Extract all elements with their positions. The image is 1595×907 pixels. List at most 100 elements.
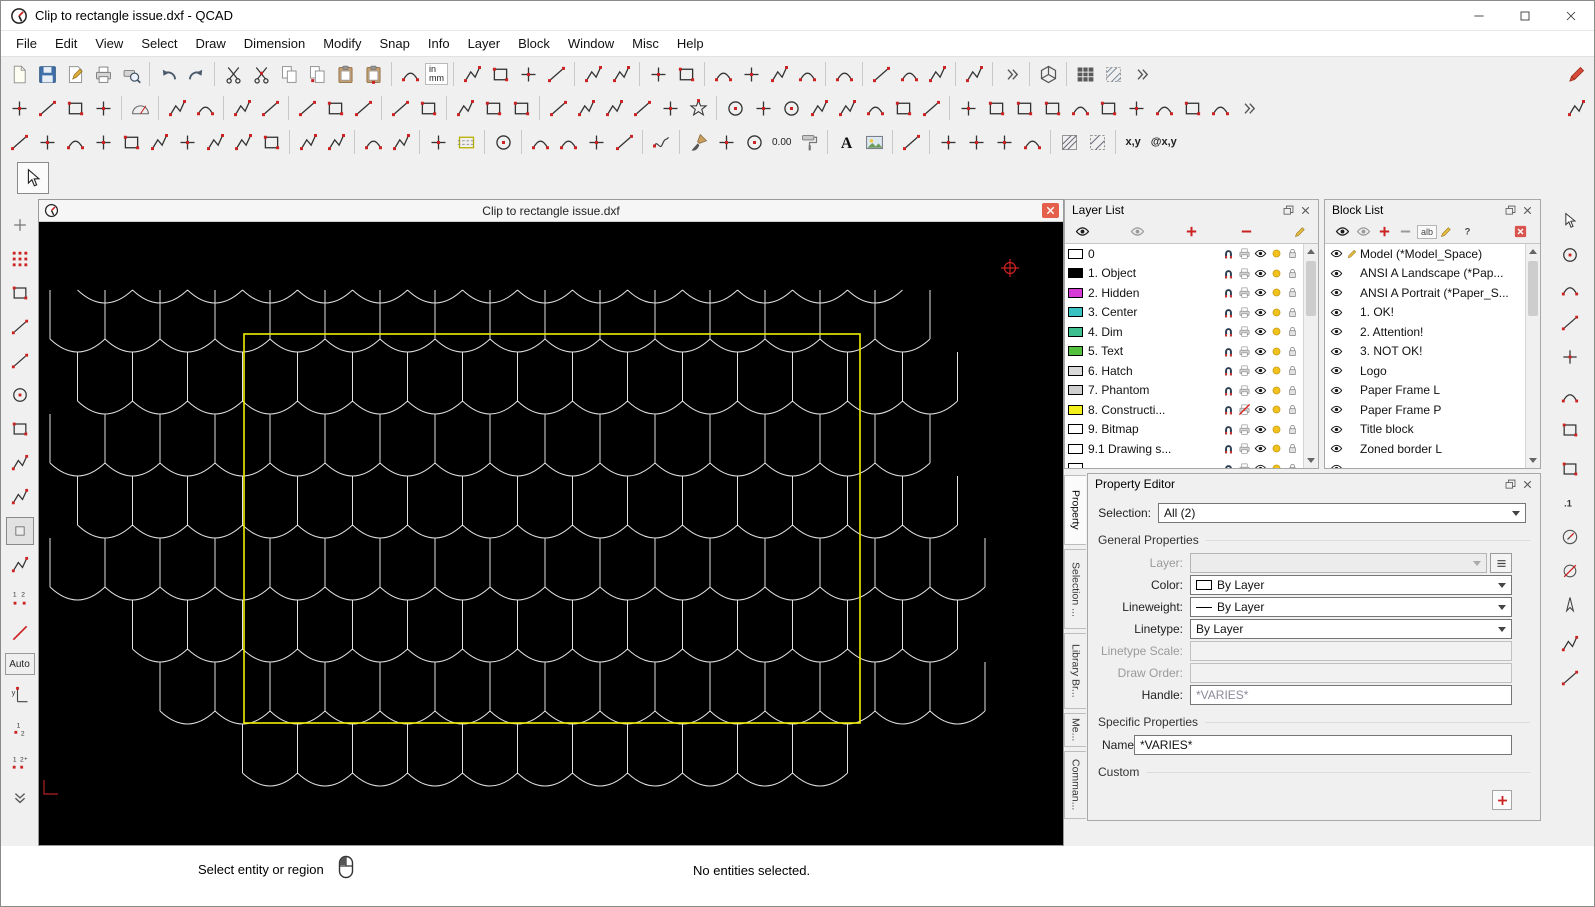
compass-tool-button[interactable] [1556, 523, 1584, 551]
hatch-style-button[interactable] [1556, 664, 1584, 692]
selection-combo[interactable]: All (2) [1158, 503, 1526, 523]
mirror-extra-one-button[interactable] [934, 128, 962, 156]
printer-icon[interactable] [1236, 324, 1252, 340]
block-visible-eye-icon[interactable] [1328, 324, 1344, 340]
block-row[interactable]: Model (*Model_Space) [1325, 244, 1525, 264]
printer-icon[interactable] [1236, 343, 1252, 359]
text-tool-button[interactable]: A [832, 128, 860, 156]
layer-row[interactable]: 4. Dim [1065, 322, 1303, 342]
rectangle-two-points-button[interactable] [451, 94, 479, 122]
layer-row[interactable]: 2. Hidden [1065, 283, 1303, 303]
snap-lock-icon[interactable] [1220, 246, 1236, 262]
dock-tab-me[interactable]: Me... [1064, 713, 1086, 747]
clip-to-rectangle-button[interactable] [452, 128, 480, 156]
drawing-preferences-button[interactable] [61, 60, 89, 88]
polyline-delete-segment-button[interactable] [579, 60, 607, 88]
snap-lock-icon[interactable] [1220, 324, 1236, 340]
cross-lines-button[interactable] [386, 94, 414, 122]
layer-visible-eye-icon[interactable] [1252, 382, 1268, 398]
scrollbar-thumb[interactable] [1528, 261, 1538, 316]
freehand-line-button[interactable] [647, 128, 675, 156]
flip-horizontal-button[interactable] [201, 128, 229, 156]
remove-block-icon[interactable] [1396, 222, 1415, 241]
snap-on-entity-button[interactable] [6, 313, 34, 341]
scrollbar-track[interactable] [1526, 259, 1540, 453]
block-visible-eye-icon[interactable] [1328, 460, 1344, 468]
dock-tab-property[interactable]: Property [1064, 475, 1086, 545]
layer-on-icon[interactable] [1268, 363, 1284, 379]
shorten-button[interactable] [672, 60, 700, 88]
angle-node-tool-button[interactable] [709, 60, 737, 88]
circle-center-point-button[interactable] [954, 94, 982, 122]
snap-lock-icon[interactable] [1220, 304, 1236, 320]
scrollbar-track[interactable] [1304, 259, 1318, 453]
layer-on-icon[interactable] [1268, 246, 1284, 262]
tolerance-value-field[interactable]: 0.00 [768, 128, 795, 156]
hide-all-blocks-icon[interactable] [1354, 222, 1373, 241]
arc-tangent-button[interactable] [777, 94, 805, 122]
polygon-center-side-button[interactable] [572, 94, 600, 122]
layer-row[interactable]: 5. Text [1065, 342, 1303, 362]
layer-visible-eye-icon[interactable] [1252, 421, 1268, 437]
layer-color-swatch[interactable] [1068, 424, 1083, 434]
snap-lock-icon[interactable] [1220, 363, 1236, 379]
line-orthogonal-button[interactable] [256, 94, 284, 122]
block-row[interactable]: Title block [1325, 420, 1525, 440]
layer-visible-eye-icon[interactable] [1252, 343, 1268, 359]
pin-node-button[interactable] [765, 60, 793, 88]
block-help-icon[interactable]: ? [1458, 222, 1477, 241]
layer-lock-icon[interactable] [1284, 382, 1300, 398]
printer-icon[interactable] [1236, 421, 1252, 437]
line-free-button[interactable] [414, 94, 442, 122]
divide-entity-button[interactable] [895, 60, 923, 88]
mirror-vertical-tool-button[interactable] [33, 128, 61, 156]
axis-diagonal-button[interactable] [1556, 416, 1584, 444]
layer-lock-icon[interactable] [1284, 265, 1300, 281]
layer-on-icon[interactable] [1268, 441, 1284, 457]
absolute-coordinates-button[interactable]: x,y [1120, 128, 1145, 156]
copy-button[interactable] [275, 60, 303, 88]
block-row[interactable]: Zoned border L [1325, 439, 1525, 459]
menu-dimension[interactable]: Dimension [235, 32, 314, 55]
align-reference-button[interactable] [257, 128, 285, 156]
menu-modify[interactable]: Modify [314, 32, 370, 55]
scale-triangle-alt-button[interactable] [117, 128, 145, 156]
show-all-layers-icon[interactable] [1073, 222, 1092, 241]
layer-color-swatch[interactable] [1068, 307, 1083, 317]
restrict-off-button[interactable] [6, 517, 34, 545]
snap-center-button[interactable] [6, 449, 34, 477]
move-to-front-button[interactable] [396, 60, 424, 88]
point-numbering-button[interactable] [897, 128, 925, 156]
layer-color-swatch[interactable] [1068, 463, 1083, 468]
minimize-icon[interactable] [1456, 1, 1502, 30]
menu-help[interactable]: Help [668, 32, 713, 55]
dimension-form-button[interactable] [1556, 343, 1584, 371]
block-row[interactable]: Paper Frame P [1325, 400, 1525, 420]
arc-two-points-radius-button[interactable] [805, 94, 833, 122]
arc-two-points-length-button[interactable] [833, 94, 861, 122]
layer-on-icon[interactable] [1268, 304, 1284, 320]
snap-free-button[interactable] [6, 279, 34, 307]
block-visible-eye-icon[interactable] [1328, 285, 1344, 301]
scroll-up-icon[interactable] [1526, 244, 1540, 259]
scroll-up-icon[interactable] [1304, 244, 1318, 259]
line-parallel-through-point-button[interactable] [191, 94, 219, 122]
layer-visible-eye-icon[interactable] [1252, 324, 1268, 340]
layer-visible-eye-icon[interactable] [1252, 304, 1268, 320]
skew-tool-button[interactable] [61, 128, 89, 156]
snap-lock-icon[interactable] [1220, 441, 1236, 457]
add-custom-property-button[interactable] [1492, 790, 1512, 810]
arc-center-point-angles-button[interactable] [721, 94, 749, 122]
scrollbar-thumb[interactable] [1306, 261, 1316, 316]
close-panel-icon[interactable] [1519, 476, 1536, 492]
snap-lock-icon[interactable] [1220, 265, 1236, 281]
float-panel-icon[interactable] [1502, 202, 1519, 218]
layer-lock-icon[interactable] [1284, 441, 1300, 457]
lengthen-entity-button[interactable] [359, 128, 387, 156]
line-tangent-point-circle-button[interactable] [293, 94, 321, 122]
measure-vertical-button[interactable] [1556, 275, 1584, 303]
close-drawing-icon[interactable] [1042, 203, 1059, 218]
layer-combo[interactable] [1190, 553, 1487, 573]
printer-icon[interactable] [1236, 460, 1252, 468]
layer-on-icon[interactable] [1268, 324, 1284, 340]
